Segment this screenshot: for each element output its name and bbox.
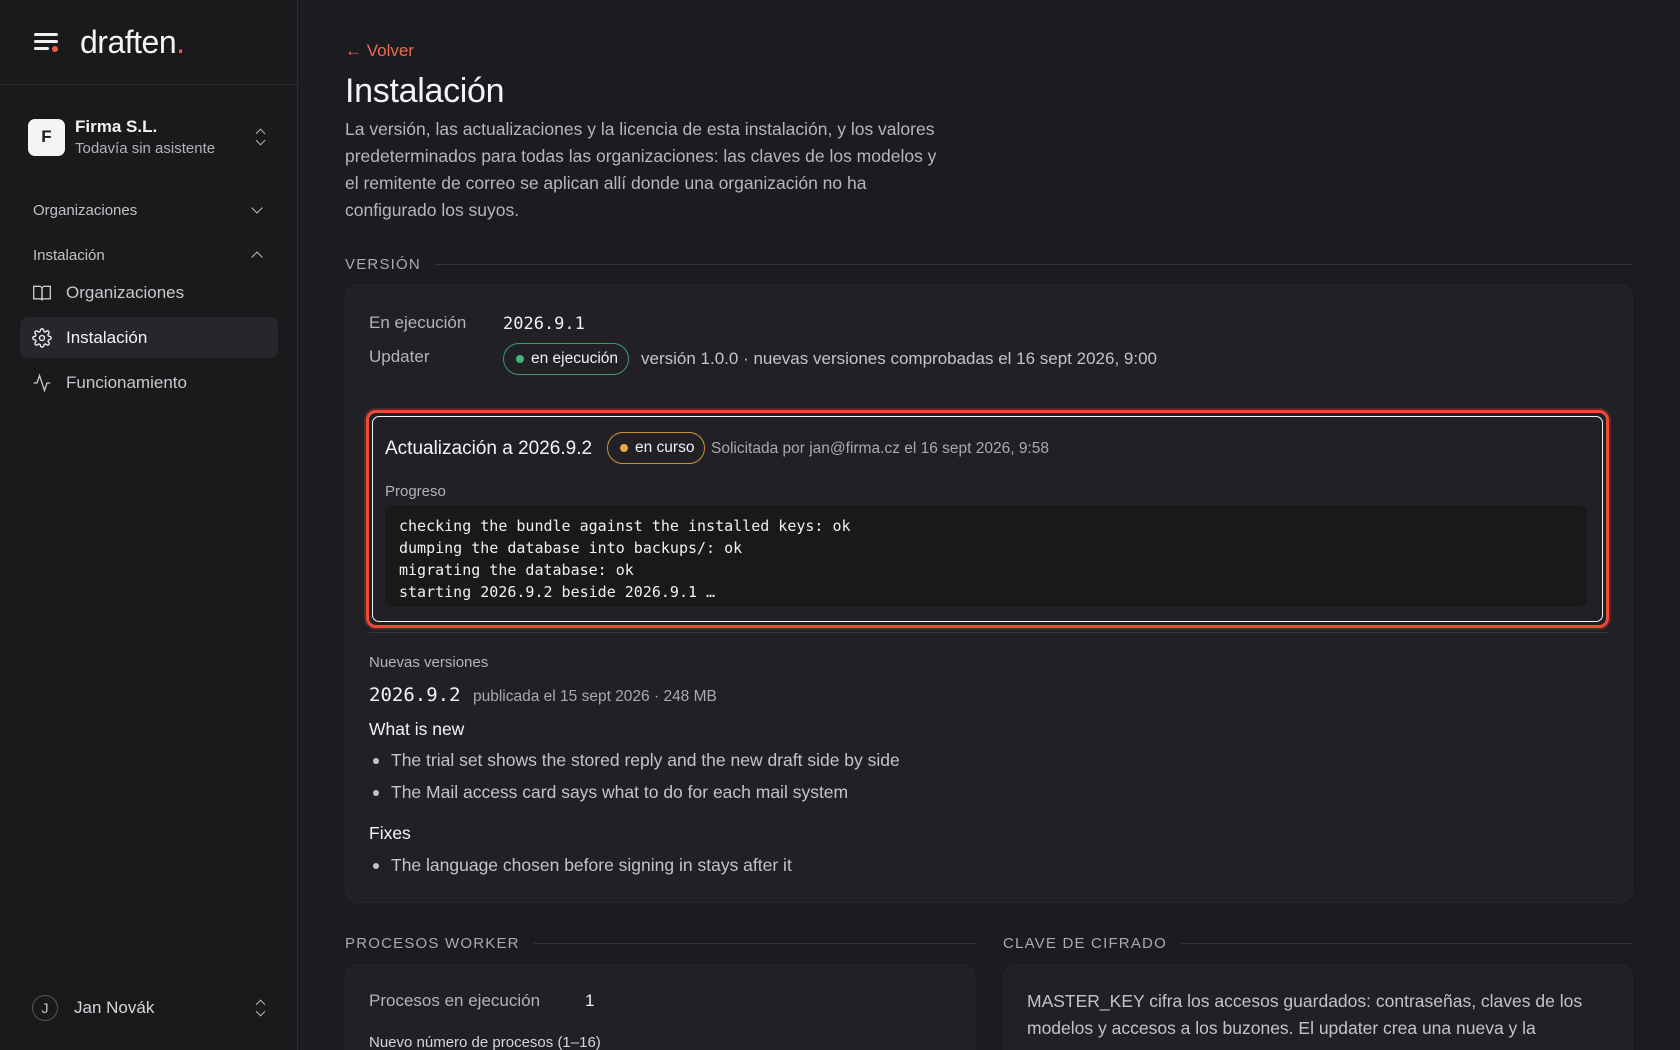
org-name: Firma S.L. [75, 117, 158, 136]
workers-card: Procesos en ejecución 1 Nuevo número de … [345, 964, 975, 1050]
updater-meta: versión 1.0.0 · nuevas versiones comprob… [641, 349, 1157, 368]
status-badge: en curso [607, 432, 706, 464]
version-card: En ejecución 2026.9.1 Updater en ejecuci… [345, 284, 1633, 903]
org-switcher[interactable]: F Firma S.L. Todavía sin asistente [28, 116, 272, 158]
divider [369, 632, 1608, 633]
running-label: En ejecución [369, 313, 467, 332]
section-version-label: VERSIÓN [345, 256, 1633, 273]
org-subtitle: Todavía sin asistente [75, 140, 216, 157]
brand-logo: draften. [80, 23, 185, 60]
logo-row: draften. [0, 0, 297, 85]
progress-label: Progreso [385, 483, 446, 500]
new-version-number: 2026.9.2 [369, 684, 461, 706]
sidebar-item-installation[interactable]: Instalación [20, 317, 278, 358]
avatar: J [32, 995, 58, 1021]
nav-group-installation[interactable]: Instalación [33, 243, 265, 267]
update-title: Actualización a 2026.9.2 [385, 438, 593, 459]
workers-running-value: 1 [585, 991, 595, 1010]
section-encryption-label: CLAVE DE CIFRADO [1003, 935, 1633, 952]
progress-log: checking the bundle against the installe… [385, 505, 1587, 607]
chevron-up-icon [251, 251, 263, 263]
chevron-down-icon [251, 202, 263, 214]
workers-new-count-label: Nuevo número de procesos (1–16) [369, 1034, 601, 1050]
sidebar-item-label: Organizaciones [66, 282, 185, 302]
updater-label: Updater [369, 347, 430, 366]
nav-group-label: Instalación [33, 246, 105, 264]
new-version-meta: publicada el 15 sept 2026 · 248 MB [473, 688, 717, 705]
sidebar-item-operation[interactable]: Funcionamiento [20, 362, 278, 403]
nav-group-organizations[interactable]: Organizaciones [33, 198, 265, 222]
log-line: starting 2026.9.2 beside 2026.9.1 … [399, 583, 716, 601]
log-line: migrating the database: ok [399, 561, 634, 579]
fixes-heading: Fixes [369, 823, 411, 843]
sidebar: draften. F Firma S.L. Todavía sin asiste… [0, 0, 298, 1050]
encryption-description: MASTER_KEY cifra los accesos guardados: … [1027, 991, 1583, 1038]
sidebar-item-label: Funcionamiento [66, 372, 187, 392]
page-title: Instalación [345, 72, 505, 110]
chevron-up-down-icon [254, 127, 268, 147]
encryption-card: MASTER_KEY cifra los accesos guardados: … [1003, 964, 1633, 1050]
sidebar-item-organizations[interactable]: Organizaciones [20, 272, 278, 313]
update-in-progress-panel: Actualización a 2026.9.2 en curso Solici… [366, 410, 1609, 628]
log-line: checking the bundle against the installe… [399, 517, 851, 535]
book-open-icon [33, 285, 51, 301]
chevron-up-down-icon [254, 998, 268, 1018]
list-item: The language chosen before signing in st… [369, 855, 792, 876]
update-requested-by: Solicitada por jan@firma.cz el 16 sept 2… [711, 440, 1049, 457]
back-link[interactable]: ← Volver [345, 41, 414, 61]
activity-icon [33, 372, 51, 393]
running-version: 2026.9.1 [503, 314, 585, 334]
whats-new-heading: What is new [369, 719, 465, 739]
user-name: Jan Novák [74, 998, 155, 1017]
user-menu[interactable]: J Jan Novák [32, 994, 272, 1022]
menu-icon[interactable] [32, 30, 60, 54]
workers-running-label: Procesos en ejecución [369, 991, 541, 1010]
sidebar-item-label: Instalación [66, 327, 148, 347]
status-dot [620, 444, 628, 452]
gear-icon [32, 327, 52, 348]
log-line: dumping the database into backups/: ok [399, 539, 743, 557]
nav-group-label: Organizaciones [33, 201, 138, 219]
list-item: The Mail access card says what to do for… [369, 782, 848, 803]
new-versions-label: Nuevas versiones [369, 654, 489, 671]
section-workers-label: PROCESOS WORKER [345, 935, 975, 952]
status-badge: en ejecución [503, 343, 630, 375]
org-avatar: F [28, 118, 65, 156]
list-item: The trial set shows the stored reply and… [369, 750, 900, 771]
page-description: La versión, las actualizaciones y la lic… [345, 119, 937, 220]
status-dot [516, 355, 524, 363]
